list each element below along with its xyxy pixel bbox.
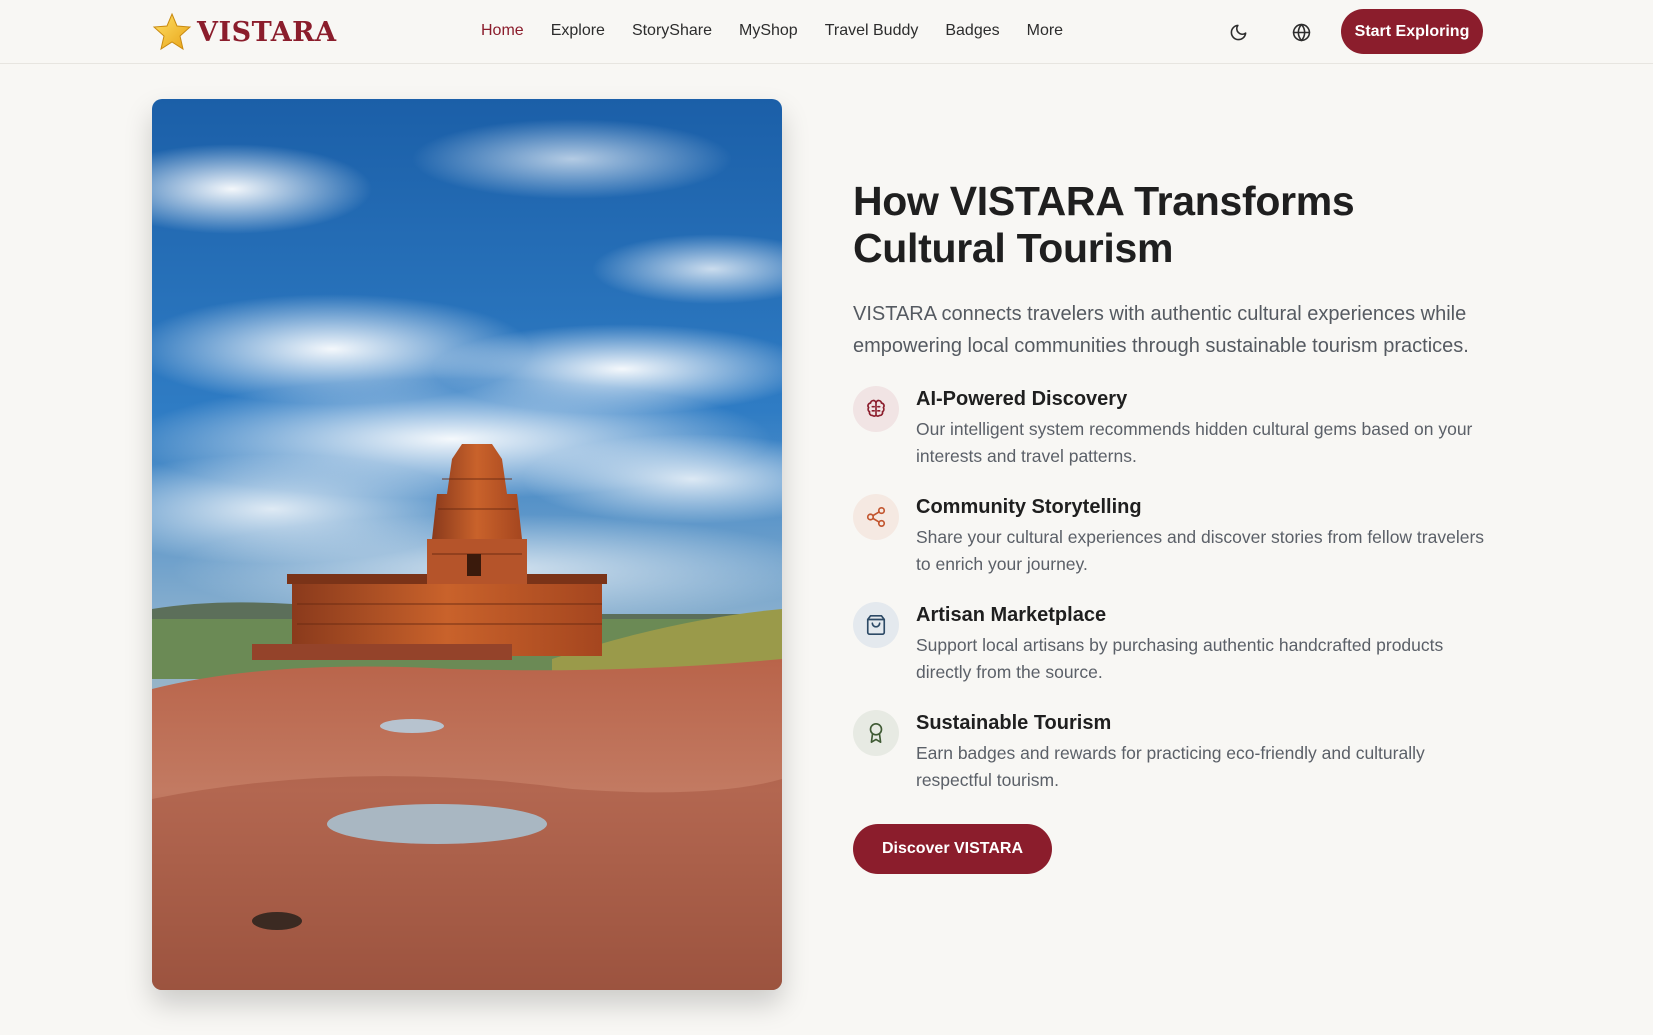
section-title: How VISTARA Transforms Cultural Tourism — [853, 178, 1355, 271]
feature-description: Earn badges and rewards for practicing e… — [916, 743, 1425, 790]
share-icon — [866, 507, 886, 527]
feature-title: Sustainable Tourism — [916, 712, 1112, 734]
nav-item-explore[interactable]: Explore — [551, 20, 605, 42]
nav-item-myshop[interactable]: MyShop — [739, 20, 798, 42]
nav-item-storyshare[interactable]: StoryShare — [632, 20, 712, 42]
shopping-bag-icon — [866, 615, 886, 635]
section-intro: VISTARA connects travelers with authenti… — [853, 303, 1469, 357]
temple-illustration — [152, 99, 782, 990]
feature-icon-wrapper — [853, 602, 899, 648]
feature-icon-wrapper — [853, 710, 899, 756]
feature-description: Share your cultural experiences and disc… — [916, 527, 1485, 574]
main-nav: Home Explore StoryShare MyShop Travel Bu… — [481, 20, 1090, 42]
moon-icon — [1230, 24, 1246, 40]
theme-toggle-button[interactable] — [1223, 17, 1253, 47]
globe-icon — [1292, 23, 1310, 41]
discover-vistara-button[interactable]: Discover VISTARA — [853, 824, 1052, 874]
award-icon — [869, 723, 883, 743]
feature-description: Our intelligent system recommends hidden… — [916, 419, 1473, 466]
feature-description: Support local artisans by purchasing aut… — [916, 635, 1444, 682]
nav-item-more[interactable]: More — [1027, 20, 1063, 42]
feature-title: Artisan Marketplace — [916, 604, 1107, 626]
nav-item-badges[interactable]: Badges — [945, 20, 999, 42]
feature-community-storytelling: Community Storytelling Share your cultur… — [853, 494, 1493, 580]
brand-name: VISTARA — [197, 16, 337, 48]
feature-icon-wrapper — [853, 494, 899, 540]
star-icon — [152, 12, 192, 51]
feature-icon-wrapper — [853, 386, 899, 432]
feature-title: Community Storytelling — [916, 496, 1142, 518]
brand-logo[interactable]: VISTARA — [151, 12, 337, 52]
nav-item-travel-buddy[interactable]: Travel Buddy — [825, 20, 919, 42]
top-navbar: VISTARA Home Explore StoryShare MyShop T… — [0, 0, 1653, 64]
nav-item-home[interactable]: Home — [481, 20, 524, 42]
feature-title: AI-Powered Discovery — [916, 388, 1128, 410]
feature-ai-discovery: AI-Powered Discovery Our intelligent sys… — [853, 386, 1493, 472]
language-button[interactable] — [1286, 17, 1316, 47]
start-exploring-button[interactable]: Start Exploring — [1341, 9, 1483, 54]
feature-artisan-marketplace: Artisan Marketplace Support local artisa… — [853, 602, 1493, 688]
feature-sustainable-tourism: Sustainable Tourism Earn badges and rewa… — [853, 710, 1493, 796]
hero-image — [152, 99, 782, 990]
brain-icon — [867, 399, 885, 417]
how-it-works-section: How VISTARA Transforms Cultural Tourism … — [853, 178, 1493, 874]
